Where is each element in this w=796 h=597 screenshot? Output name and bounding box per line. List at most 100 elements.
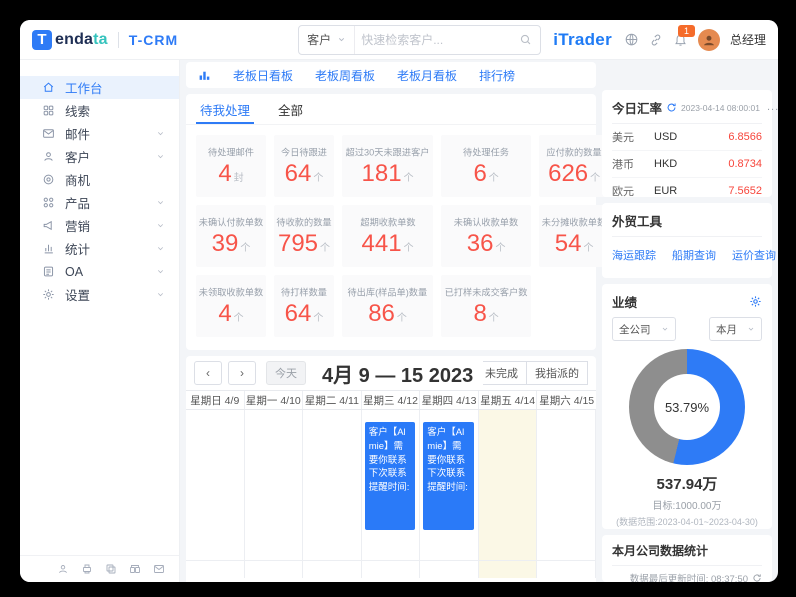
- link-ranking[interactable]: 排行榜: [479, 67, 515, 84]
- stat-card[interactable]: 今日待跟进 64 个: [274, 135, 334, 197]
- day-header: 星期二 4/11: [303, 391, 362, 409]
- day-cell-fri-today[interactable]: [478, 410, 538, 578]
- top-header: T endata T-CRM 客户 iTrader: [20, 20, 778, 60]
- sidebar-item-statistics[interactable]: 统计: [20, 237, 179, 260]
- mail-icon[interactable]: [153, 563, 165, 575]
- stat-card[interactable]: 未领取收款单数 4 个: [196, 275, 266, 337]
- itrader-brand[interactable]: iTrader: [551, 30, 614, 50]
- home-icon: [42, 81, 55, 94]
- stat-card[interactable]: 未分摊收款单数 54 个: [539, 205, 610, 267]
- search-category-select[interactable]: 客户: [299, 25, 356, 54]
- sidebar-item-label: 线索: [65, 105, 91, 119]
- chevron-down-icon: [747, 325, 755, 333]
- link-boss-monthly[interactable]: 老板月看板: [397, 67, 457, 84]
- chevron-down-icon: [339, 38, 345, 42]
- chevron-down-icon: [156, 221, 165, 230]
- day-cell-mon[interactable]: [245, 410, 304, 578]
- link-icon[interactable]: [649, 33, 663, 47]
- calendar-event[interactable]: 客户【Almie】需要你联系 下次联系提醒时间:: [364, 422, 416, 530]
- stat-card[interactable]: 待处理任务 6 个: [441, 135, 532, 197]
- view-unfinished-button[interactable]: 未完成: [483, 361, 527, 385]
- print-icon[interactable]: [81, 563, 93, 575]
- more-menu-icon[interactable]: ...: [767, 102, 778, 112]
- sidebar-item-workbench[interactable]: 工作台: [20, 76, 179, 99]
- search-category-value: 客户: [307, 33, 332, 47]
- link-sea-tracking[interactable]: 海运跟踪: [612, 247, 656, 263]
- bell-icon[interactable]: 1: [673, 25, 695, 47]
- calendar-next-button[interactable]: ›: [228, 361, 256, 385]
- sidebar-item-label: 工作台: [65, 82, 103, 96]
- globe-icon[interactable]: [624, 32, 639, 47]
- gear-icon[interactable]: [749, 295, 762, 308]
- link-boss-daily[interactable]: 老板日看板: [233, 67, 293, 84]
- batch-icon[interactable]: [129, 563, 141, 575]
- sidebar-item-mail[interactable]: 邮件: [20, 122, 179, 145]
- dashboard-links-bar: 老板日看板 老板周看板 老板月看板 排行榜: [186, 62, 596, 88]
- stat-card[interactable]: 待收款的数量 795 个: [274, 205, 334, 267]
- sidebar-item-oa[interactable]: OA: [20, 260, 179, 283]
- calendar-today-button[interactable]: 今天: [266, 361, 306, 385]
- day-cell-tue[interactable]: [303, 410, 362, 578]
- calendar-prev-button[interactable]: ‹: [194, 361, 222, 385]
- rates-title: 今日汇率: [612, 102, 663, 116]
- search-icon[interactable]: [517, 33, 540, 46]
- day-cell-wed[interactable]: 客户【Almie】需要你联系 下次联系提醒时间:: [362, 410, 421, 578]
- sidebar-item-label: 设置: [65, 289, 91, 303]
- stat-card[interactable]: 待处理邮件 4 封: [196, 135, 266, 197]
- user-role-label[interactable]: 总经理: [730, 31, 766, 48]
- calendar-event[interactable]: 客户【Almie】需要你联系 下次联系提醒时间:: [423, 422, 474, 530]
- global-search: 客户: [298, 24, 542, 55]
- contact-icon[interactable]: [57, 563, 69, 575]
- tab-all[interactable]: 全部: [278, 94, 303, 124]
- calendar-toolbar: ‹ › 今天 4月 9 — 15 2023 周 月 提醒 未完成 我指派的: [186, 356, 596, 390]
- sidebar-item-leads[interactable]: 线索: [20, 99, 179, 122]
- chevron-down-icon: [661, 325, 669, 333]
- stat-card[interactable]: 未确认付款单数 39 个: [196, 205, 266, 267]
- donut-percent-label: 53.79%: [664, 399, 710, 415]
- sidebar-item-opportunities[interactable]: 商机: [20, 168, 179, 191]
- stat-card[interactable]: 超过30天未跟进客户 181 个: [342, 135, 434, 197]
- link-boss-weekly[interactable]: 老板周看板: [315, 67, 375, 84]
- app-window: T endata T-CRM 客户 iTrader: [20, 20, 778, 582]
- tab-pending-mine[interactable]: 待我处理: [195, 94, 255, 124]
- sidebar-item-customers[interactable]: 客户: [20, 145, 179, 168]
- calendar-row-divider: [186, 560, 596, 561]
- stat-card[interactable]: 已打样未成交客户数 8 个: [441, 275, 532, 337]
- sidebar-item-products[interactable]: 产品: [20, 191, 179, 214]
- stat-card[interactable]: 应付款的数量 626 个: [539, 135, 610, 197]
- avatar[interactable]: [697, 28, 720, 51]
- sidebar-item-label: 邮件: [65, 128, 91, 142]
- sidebar-item-label: 商机: [65, 174, 91, 188]
- scope-select[interactable]: 全公司: [612, 317, 676, 341]
- sidebar-item-marketing[interactable]: 营销: [20, 214, 179, 237]
- day-cell-sat[interactable]: [537, 410, 596, 578]
- link-shipping-schedule[interactable]: 船期查询: [672, 247, 716, 263]
- day-header: 星期三 4/12: [362, 391, 421, 409]
- sidebar-item-settings[interactable]: 设置: [20, 283, 179, 306]
- search-input[interactable]: [355, 32, 518, 47]
- sidebar-footer: [20, 555, 179, 582]
- notification-badge: 1: [677, 25, 695, 37]
- refresh-icon[interactable]: [666, 102, 677, 113]
- period-select[interactable]: 本月: [709, 317, 762, 341]
- monthly-stats-title: 本月公司数据统计: [612, 542, 762, 566]
- copy-icon[interactable]: [105, 563, 117, 575]
- day-cell-sun[interactable]: [186, 410, 245, 578]
- stat-card[interactable]: 超期收款单数 441 个: [342, 205, 434, 267]
- link-freight-rate[interactable]: 运价查询: [732, 247, 776, 263]
- monthly-updated-label: 数据最后更新时间: 08:37:50: [629, 574, 748, 582]
- day-cell-thu[interactable]: 客户【Almie】需要你联系 下次联系提醒时间:: [420, 410, 479, 578]
- view-assigned-button[interactable]: 我指派的: [526, 361, 588, 385]
- chevron-down-icon: [156, 244, 165, 253]
- right-column: 今日汇率 2023-04-14 08:00:01 ... 美元 USD 6.85…: [602, 60, 778, 582]
- tendata-logo[interactable]: T endata: [32, 29, 108, 50]
- trade-tools-panel: 外贸工具 海运跟踪 船期查询 运价查询: [602, 203, 776, 278]
- refresh-icon[interactable]: [752, 573, 762, 582]
- calendar-grid: 客户【Almie】需要你联系 下次联系提醒时间: 客户【Almie】需要你联系 …: [186, 410, 596, 578]
- monthly-stats-panel: 本月公司数据统计 数据最后更新时间: 08:37:50: [602, 535, 772, 582]
- stat-card[interactable]: 待打样数量 64 个: [274, 275, 334, 337]
- stat-card[interactable]: 未确认收款单数 36 个: [441, 205, 532, 267]
- stat-card[interactable]: 待出库(样品单)数量 86 个: [342, 275, 434, 337]
- rate-row-hkd: 港币 HKD 0.8734: [612, 151, 762, 178]
- stat-grid: 待处理邮件 4 封 今日待跟进 64 个 超过30天未跟进客户 181 个 待处理任务 6 个 …: [186, 125, 610, 347]
